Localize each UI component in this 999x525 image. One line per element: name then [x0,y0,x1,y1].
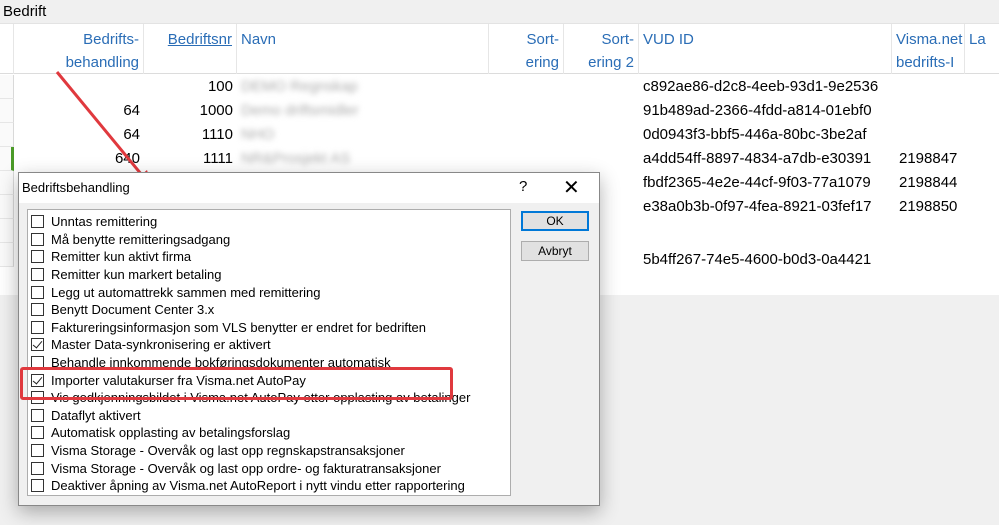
option-faktureringsinformasjon[interactable]: Faktureringsinformasjon som VLS benytter… [31,319,506,337]
option-automattrekk[interactable]: Legg ut automattrekk sammen med remitter… [31,283,506,301]
option-label: Remitter kun markert betaling [51,267,222,283]
option-label: Automatisk opplasting av betalingsforsla… [51,425,291,441]
arrow-shaft [55,71,148,181]
option-label: Visma Storage - Overvåk og last opp ordr… [51,460,441,476]
checkbox[interactable] [31,232,44,246]
option-unntas-remittering[interactable]: Unntas remittering [31,213,506,231]
checkbox[interactable] [31,268,44,282]
help-icon[interactable]: ? [519,178,527,195]
option-label: Faktureringsinformasjon som VLS benytter… [51,319,427,335]
checkbox-checked[interactable] [31,338,44,352]
checkbox[interactable] [31,479,44,493]
dialog-title: Bedriftsbehandling [22,180,130,195]
options-list: Unntas remittering Må benytte remitterin… [27,209,511,496]
dialog-titlebar: Bedriftsbehandling ? ✕ [19,173,599,203]
option-label: Dataflyt aktivert [51,407,141,423]
option-visma-storage-ordre[interactable]: Visma Storage - Overvåk og last opp ordr… [31,459,506,477]
option-label: Benytt Document Center 3.x [51,302,215,318]
option-dataflyt-aktivert[interactable]: Dataflyt aktivert [31,407,506,425]
checkbox[interactable] [31,444,44,458]
option-ma-benytte-remitteringsadgang[interactable]: Må benytte remitteringsadgang [31,231,506,249]
checkbox[interactable] [31,303,44,317]
checkbox[interactable] [31,250,44,264]
checkbox[interactable] [31,461,44,475]
option-label: Unntas remittering [51,214,158,230]
option-deaktiver-autoreport[interactable]: Deaktiver åpning av Visma.net AutoReport… [31,477,506,495]
option-remitter-kun-markert-betaling[interactable]: Remitter kun markert betaling [31,266,506,284]
checkbox[interactable] [31,320,44,334]
checkbox[interactable] [31,426,44,440]
option-remitter-kun-aktivt-firma[interactable]: Remitter kun aktivt firma [31,248,506,266]
option-label: Deaktiver åpning av Visma.net AutoReport… [51,478,465,494]
option-visma-storage-regnskap[interactable]: Visma Storage - Overvåk og last opp regn… [31,442,506,460]
annotation-highlight-box [20,367,453,400]
option-master-data[interactable]: Master Data-synkronisering er aktivert [31,336,506,354]
close-icon[interactable]: ✕ [563,175,580,200]
checkbox[interactable] [31,285,44,299]
option-label: Må benytte remitteringsadgang [51,231,231,247]
ok-button[interactable]: OK [521,211,589,231]
checkbox[interactable] [31,408,44,422]
option-label: Visma Storage - Overvåk og last opp regn… [51,443,405,459]
option-document-center[interactable]: Benytt Document Center 3.x [31,301,506,319]
cancel-button[interactable]: Avbryt [521,241,589,261]
checkbox[interactable] [31,215,44,229]
option-label: Remitter kun aktivt firma [51,249,192,265]
option-label: Master Data-synkronisering er aktivert [51,337,271,353]
option-label: Legg ut automattrekk sammen med remitter… [51,284,321,300]
option-automatisk-opplasting[interactable]: Automatisk opplasting av betalingsforsla… [31,424,506,442]
bedriftsbehandling-dialog: Bedriftsbehandling ? ✕ Unntas remitterin… [18,172,600,506]
